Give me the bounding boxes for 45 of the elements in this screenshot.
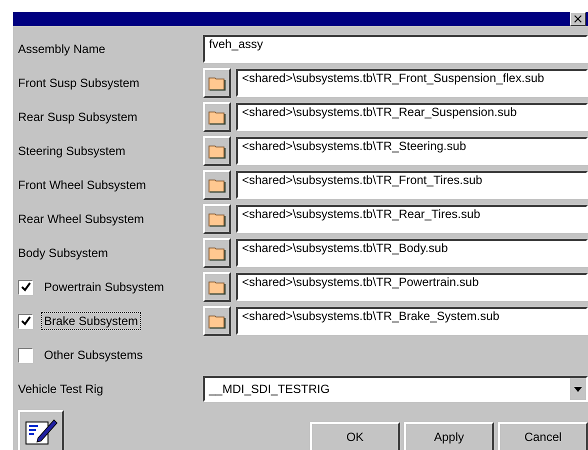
folder-icon xyxy=(208,211,226,227)
file-path-field[interactable]: <shared>\subsystems.tb\TR_Front_Tires.sub xyxy=(236,171,588,199)
browse-button[interactable] xyxy=(203,238,231,268)
checkbox-label[interactable]: Other Subsystems xyxy=(41,346,146,364)
field-label: Front Susp Subsystem xyxy=(18,76,140,90)
assembly-name-field[interactable]: fveh_assy xyxy=(203,35,588,63)
dialog-button[interactable]: Apply xyxy=(404,422,494,450)
folder-icon xyxy=(208,177,226,193)
browse-button[interactable] xyxy=(203,136,231,166)
folder-icon xyxy=(208,143,226,159)
browse-button[interactable] xyxy=(203,68,231,98)
checkbox[interactable] xyxy=(18,314,33,328)
field-label: Front Wheel Subsystem xyxy=(18,178,148,192)
close-button[interactable]: × xyxy=(570,12,586,26)
edit-tool-button[interactable] xyxy=(18,410,64,450)
field-label: Rear Wheel Subsystem xyxy=(18,212,146,226)
dialog-button[interactable]: OK xyxy=(310,422,400,450)
file-path-field[interactable]: <shared>\subsystems.tb\TR_Body.sub xyxy=(236,239,588,267)
checkbox-label[interactable]: Powertrain Subsystem xyxy=(41,278,168,296)
folder-icon xyxy=(208,313,226,329)
file-path-field[interactable]: <shared>\subsystems.tb\TR_Rear_Tires.sub xyxy=(236,205,588,233)
folder-icon xyxy=(208,75,226,91)
browse-button[interactable] xyxy=(203,306,231,336)
file-path-field[interactable]: <shared>\subsystems.tb\TR_Powertrain.sub xyxy=(236,273,588,301)
file-path-field[interactable]: <shared>\subsystems.tb\TR_Steering.sub xyxy=(236,137,588,165)
folder-icon xyxy=(208,109,226,125)
test-rig-dropdown[interactable]: __MDI_SDI_TESTRIG xyxy=(203,376,588,402)
field-label: Steering Subsystem xyxy=(18,144,126,158)
file-path-field[interactable]: <shared>\subsystems.tb\TR_Rear_Suspension.sub xyxy=(236,103,588,131)
field-label: Body Subsystem xyxy=(18,246,110,260)
checkbox-label[interactable]: Brake Subsystem xyxy=(41,312,142,330)
field-label: Vehicle Test Rig xyxy=(18,382,104,396)
field-label: Assembly Name xyxy=(18,42,106,56)
field-label: Rear Susp Subsystem xyxy=(18,110,138,124)
file-path-field[interactable]: <shared>\subsystems.tb\TR_Brake_System.sub xyxy=(236,307,588,335)
file-path-field[interactable]: <shared>\subsystems.tb\TR_Front_Suspension_flex.sub xyxy=(236,69,588,97)
browse-button[interactable] xyxy=(203,272,231,302)
checkbox[interactable] xyxy=(18,348,33,362)
folder-icon xyxy=(208,245,226,261)
browse-button[interactable] xyxy=(203,170,231,200)
browse-button[interactable] xyxy=(203,204,231,234)
checkbox[interactable] xyxy=(18,280,33,294)
dialog-button[interactable]: Cancel xyxy=(498,422,588,450)
browse-button[interactable] xyxy=(203,102,231,132)
folder-icon xyxy=(208,279,226,295)
